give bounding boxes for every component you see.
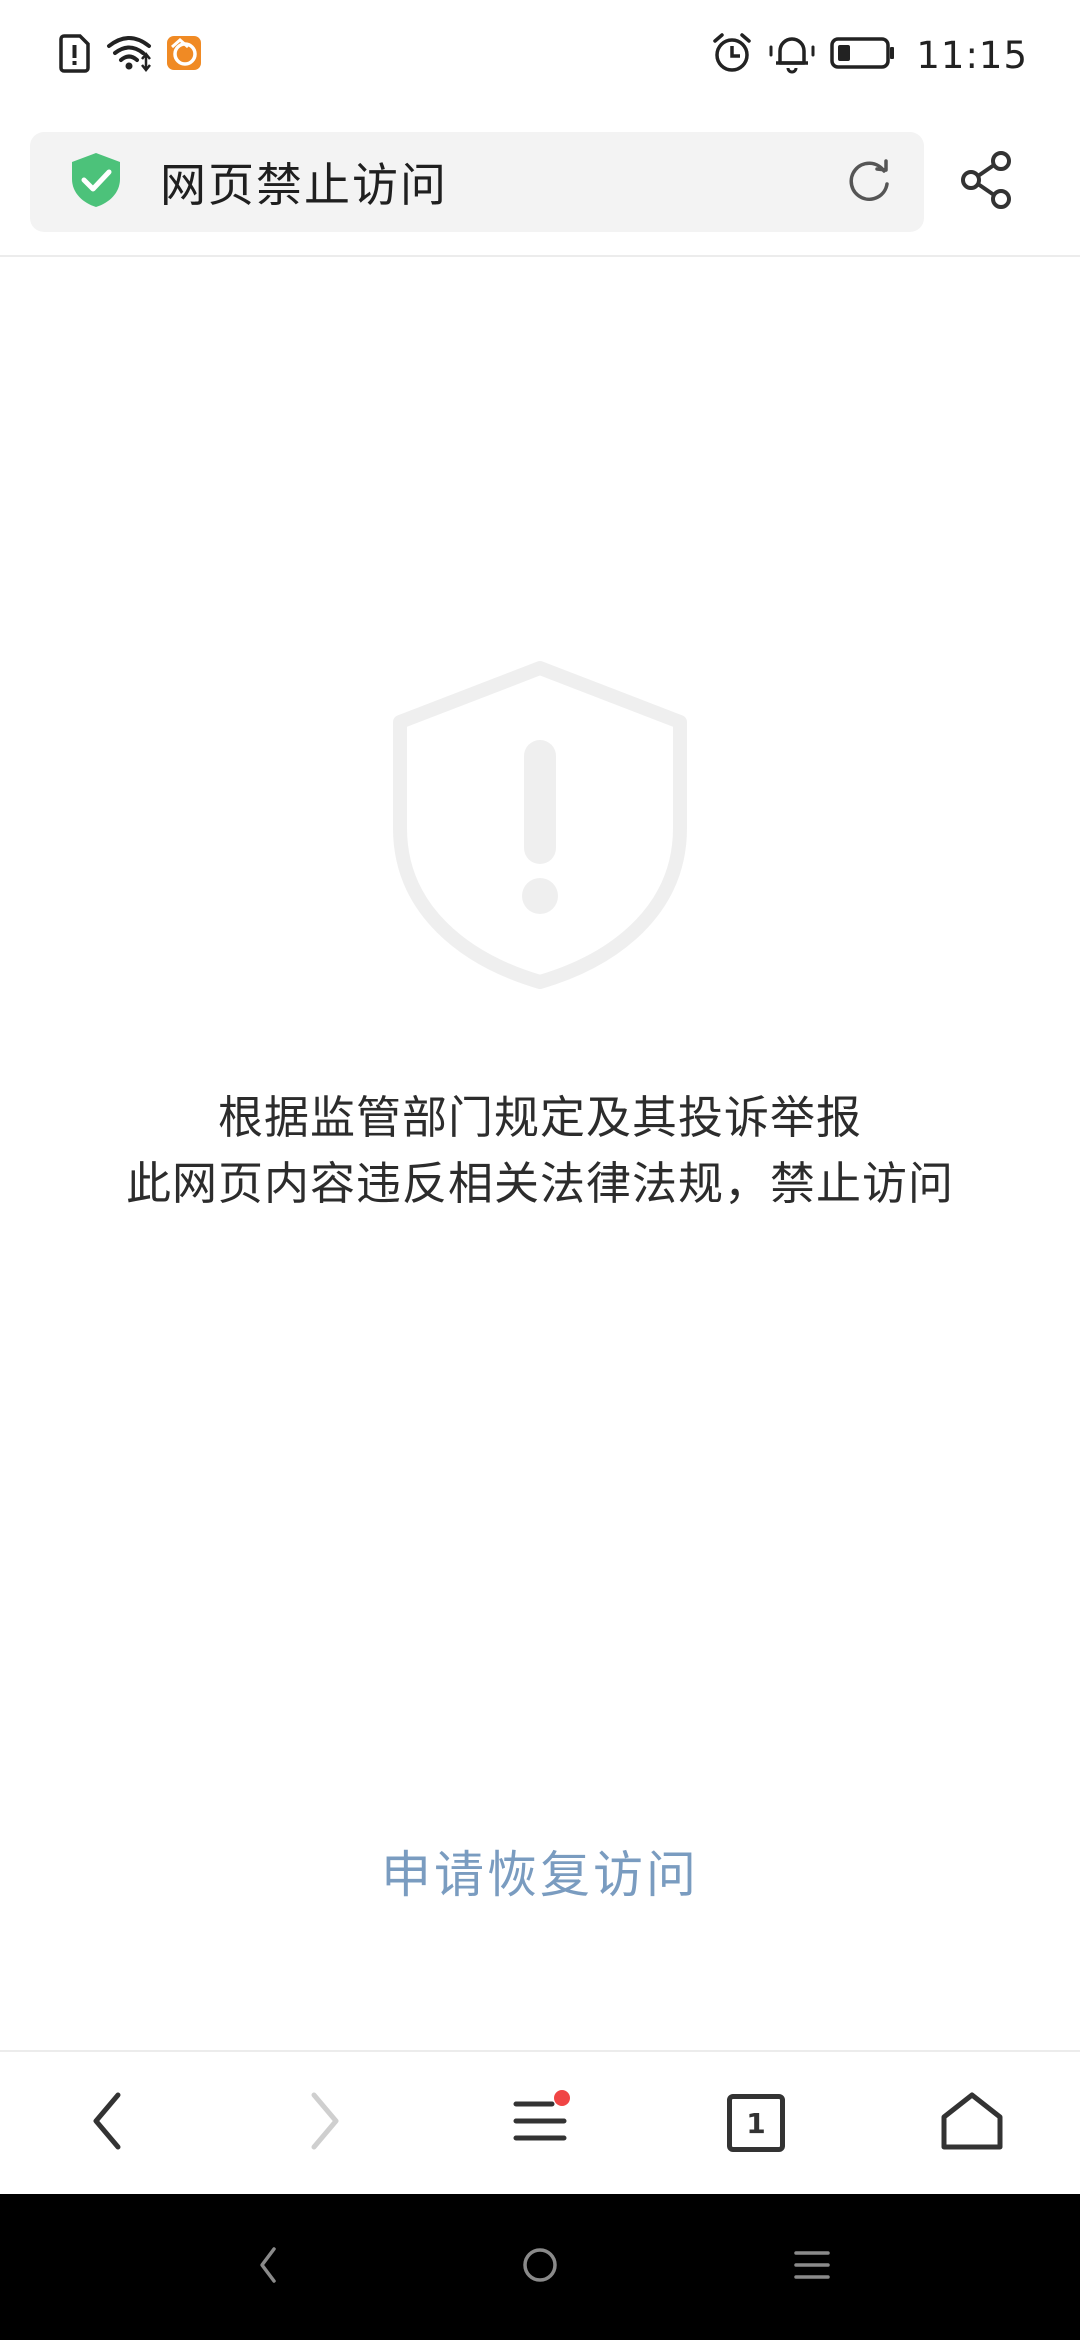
notification-dot [554,2090,570,2106]
system-back-button[interactable] [132,2194,404,2340]
share-button[interactable] [924,132,1050,232]
forward-icon [304,2091,344,2155]
system-home-button[interactable] [404,2194,676,2340]
url-field[interactable]: 网页禁止访问 [30,132,924,232]
address-bar: 网页禁止访问 [30,132,1050,232]
system-nav-bar [0,2194,1080,2340]
blocked-message-line2: 此网页内容违反相关法律法规，禁止访问 [125,1157,954,1210]
page-title[interactable]: 网页禁止访问 [160,149,844,215]
app-notification-icon [166,35,202,75]
tabs-button[interactable]: 1 [648,2052,864,2194]
status-right: 11:15 [710,31,1028,79]
shield-exclamation-icon [385,660,695,990]
browser-toolbar: 1 [0,2052,1080,2194]
shield-check-icon[interactable] [68,151,124,213]
battery-icon [830,35,896,75]
blocked-message-line1: 根据监管部门规定及其投诉举报 [217,1091,862,1144]
sim-alert-icon [56,33,92,77]
reload-icon[interactable] [844,155,894,209]
forward-button[interactable] [216,2052,432,2194]
back-button[interactable] [0,2052,216,2194]
system-recents-button[interactable] [676,2194,948,2340]
status-bar: 11:15 [0,0,1080,110]
system-home-icon [520,2245,560,2289]
menu-button[interactable] [432,2052,648,2194]
appeal-link[interactable]: 申请恢复访问 [0,1835,1080,1907]
back-icon [88,2091,128,2155]
system-back-icon [256,2245,280,2289]
alarm-icon [710,31,754,79]
share-icon [959,150,1015,214]
status-time: 11:15 [916,33,1028,77]
status-left [56,33,202,77]
screen: 11:15 网页禁止访问 根据监管部门规定及其投诉举报 此网页内容违反相关法律法… [0,0,1080,2340]
blocked-message: 根据监管部门规定及其投诉举报 此网页内容违反相关法律法规，禁止访问 [0,1085,1080,1217]
tabs-icon: 1 [727,2094,785,2152]
header-divider [0,255,1080,257]
wifi-icon [106,34,152,76]
tab-count: 1 [746,2106,766,2140]
home-icon [940,2091,1004,2155]
system-recents-icon [792,2247,832,2287]
home-button[interactable] [864,2052,1080,2194]
bell-icon [768,31,816,79]
